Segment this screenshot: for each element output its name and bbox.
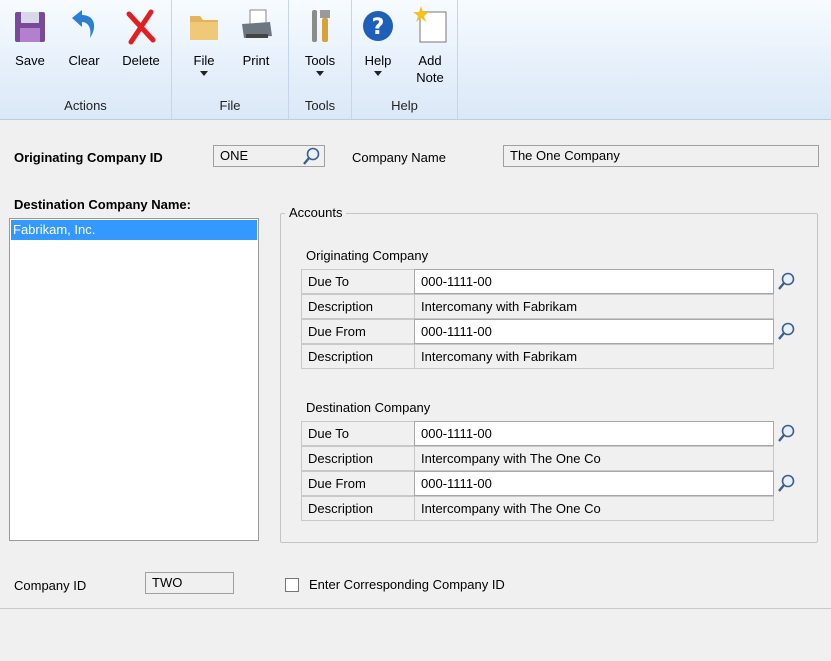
destination-company-list[interactable]: Fabrikam, Inc. bbox=[9, 218, 259, 541]
add-note-label: Add Note bbox=[416, 53, 444, 85]
orig-due-from-input[interactable]: 000-1111-00 bbox=[414, 319, 774, 344]
company-name-field: The One Company bbox=[503, 145, 819, 167]
dest-due-from-input[interactable]: 000-1111-00 bbox=[414, 471, 774, 496]
enter-corresponding-company-id-checkbox[interactable] bbox=[285, 578, 299, 592]
dest-due-to-label: Due To bbox=[301, 421, 414, 446]
orig-due-from-description-value: Intercomany with Fabrikam bbox=[414, 344, 774, 369]
print-label: Print bbox=[242, 53, 270, 68]
printer-icon bbox=[238, 4, 274, 46]
tools-label: Tools bbox=[304, 53, 336, 68]
dest-due-from-description-label: Description bbox=[301, 496, 414, 521]
tools-group: Tools Tools bbox=[289, 0, 352, 119]
dest-due-from-description-value: Intercompany with The One Co bbox=[414, 496, 774, 521]
originating-company-section-label: Originating Company bbox=[306, 248, 429, 263]
tools-button[interactable]: Tools bbox=[299, 4, 341, 76]
company-id-field: TWO bbox=[145, 572, 234, 594]
dest-due-to-description-value: Intercompany with The One Co bbox=[414, 446, 774, 471]
help-group: ? Help Add Note Help bbox=[352, 0, 458, 119]
accounts-title: Accounts bbox=[285, 205, 347, 220]
dest-due-from-label: Due From bbox=[301, 471, 414, 496]
enter-corresponding-company-id-label: Enter Corresponding Company ID bbox=[309, 577, 505, 592]
orig-due-to-input[interactable]: 000-1111-00 bbox=[414, 269, 774, 294]
delete-button[interactable]: Delete bbox=[116, 4, 166, 69]
folder-icon bbox=[186, 4, 222, 46]
save-button[interactable]: Save bbox=[8, 4, 52, 69]
dest-due-from-lookup-icon[interactable] bbox=[777, 473, 797, 493]
company-id-label: Company ID bbox=[14, 578, 87, 593]
clear-button[interactable]: Clear bbox=[62, 4, 106, 69]
dest-due-to-description-label: Description bbox=[301, 446, 414, 471]
list-item[interactable]: Fabrikam, Inc. bbox=[11, 220, 257, 240]
tools-dropdown-arrow-icon bbox=[316, 71, 324, 76]
save-label: Save bbox=[15, 53, 45, 68]
print-button[interactable]: Print bbox=[234, 4, 278, 69]
help-icon: ? bbox=[360, 4, 396, 46]
originating-company-lookup-icon[interactable] bbox=[302, 146, 322, 166]
help-button[interactable]: ? Help bbox=[358, 4, 398, 76]
tools-group-label: Tools bbox=[304, 98, 336, 113]
orig-due-to-lookup-icon[interactable] bbox=[777, 271, 797, 291]
file-group-label: File bbox=[219, 98, 241, 113]
destination-company-name-label: Destination Company Name: bbox=[14, 197, 191, 212]
clear-label: Clear bbox=[68, 53, 100, 68]
orig-due-from-description-label: Description bbox=[301, 344, 414, 369]
note-icon bbox=[412, 4, 448, 46]
delete-label: Delete bbox=[122, 53, 160, 68]
help-label: Help bbox=[364, 53, 392, 68]
company-name-label: Company Name bbox=[352, 150, 446, 165]
orig-due-from-lookup-icon[interactable] bbox=[777, 321, 797, 341]
delete-icon bbox=[123, 4, 159, 46]
dest-due-to-lookup-icon[interactable] bbox=[777, 423, 797, 443]
divider bbox=[0, 608, 831, 609]
file-group: File Print File bbox=[172, 0, 289, 119]
undo-icon bbox=[66, 4, 102, 46]
dest-due-to-input[interactable]: 000-1111-00 bbox=[414, 421, 774, 446]
destination-company-section-label: Destination Company bbox=[306, 400, 431, 415]
help-group-label: Help bbox=[391, 98, 418, 113]
actions-group-label: Actions bbox=[64, 98, 107, 113]
help-dropdown-arrow-icon bbox=[374, 71, 382, 76]
orig-due-to-description-value: Intercomany with Fabrikam bbox=[414, 294, 774, 319]
orig-due-to-description-label: Description bbox=[301, 294, 414, 319]
actions-group: Save Clear Delete Actions bbox=[0, 0, 172, 119]
file-button[interactable]: File bbox=[184, 4, 224, 76]
ribbon-toolbar: Save Clear Delete Actions File Print Fil… bbox=[0, 0, 831, 120]
save-icon bbox=[12, 4, 48, 46]
file-dropdown-arrow-icon bbox=[200, 71, 208, 76]
svg-text:?: ? bbox=[372, 15, 385, 40]
originating-company-id-label: Originating Company ID bbox=[14, 150, 163, 165]
add-note-button[interactable]: Add Note bbox=[408, 4, 452, 86]
orig-due-to-label: Due To bbox=[301, 269, 414, 294]
tools-icon bbox=[302, 4, 338, 46]
orig-due-from-label: Due From bbox=[301, 319, 414, 344]
file-label: File bbox=[193, 53, 215, 68]
